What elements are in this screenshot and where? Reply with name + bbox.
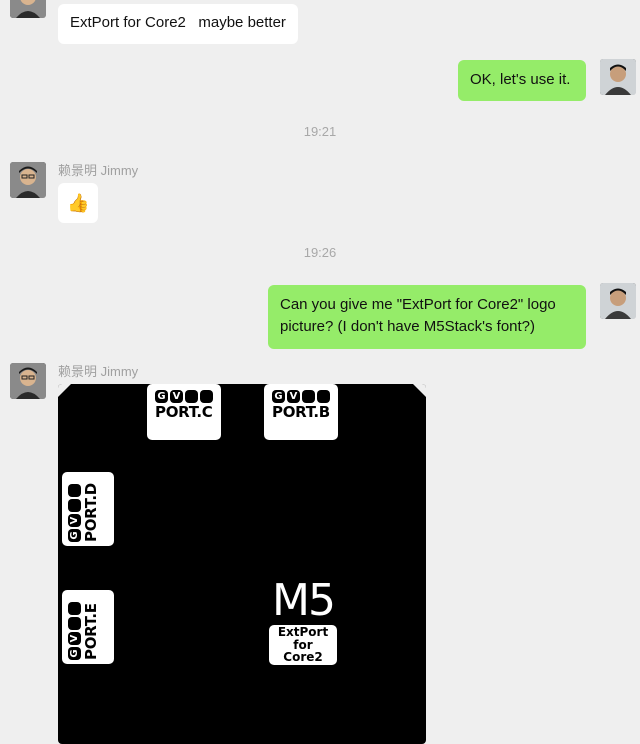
extport-tag: ExtPort for Core2 [269, 625, 337, 665]
person-avatar-icon [10, 162, 46, 198]
port-d-block: G V PORT.D [62, 472, 114, 546]
message-bubble[interactable]: 👍 [58, 183, 98, 223]
message-text-line: Can you give me "ExtPort for Core2" logo [280, 296, 556, 313]
pin-blank [185, 390, 198, 403]
my-avatar[interactable] [600, 59, 636, 95]
pin-blank [68, 617, 81, 630]
pin-row: G V [155, 390, 213, 403]
pin-v: V [68, 514, 81, 527]
timestamp: 19:21 [303, 124, 337, 139]
message-bubble[interactable]: ExtPort for Core2 maybe better [58, 4, 298, 44]
pin-row: G V [68, 602, 81, 660]
message-bubble[interactable]: OK, let's use it. [458, 60, 586, 101]
pin-row: G V [68, 484, 81, 542]
sender-name: 赖景明 Jimmy [58, 163, 139, 178]
port-label: PORT.D [82, 483, 100, 542]
person-avatar-icon [10, 363, 46, 399]
sender-name: 赖景明 Jimmy [58, 364, 139, 379]
message-text: OK, let's use it. [470, 71, 571, 88]
message-text: ExtPort for Core2 maybe better [70, 14, 286, 31]
m5-logo-text: M5 [272, 575, 336, 626]
person-avatar-icon [10, 0, 46, 18]
port-c-block: G V PORT.C [147, 384, 221, 440]
contact-avatar[interactable] [10, 0, 46, 18]
pin-g: G [155, 390, 168, 403]
port-e-block: G V PORT.E [62, 590, 114, 664]
port-b-block: G V PORT.B [264, 384, 338, 440]
my-avatar[interactable] [600, 283, 636, 319]
pin-blank [302, 390, 315, 403]
pin-blank [200, 390, 213, 403]
message-text-line: picture? (I don't have M5Stack's font?) [280, 318, 536, 335]
pin-row: G V [272, 390, 330, 403]
pin-blank [317, 390, 330, 403]
pin-g: G [68, 647, 81, 660]
board-corner [413, 384, 426, 397]
message-bubble[interactable]: Can you give me "ExtPort for Core2" logo… [268, 285, 586, 349]
contact-avatar[interactable] [10, 162, 46, 198]
pin-v: V [170, 390, 183, 403]
port-label: PORT.C [155, 403, 213, 421]
pin-blank [68, 484, 81, 497]
image-message[interactable]: G V PORT.C G V PORT.B G V PORT.D G V POR… [58, 384, 426, 744]
contact-avatar[interactable] [10, 363, 46, 399]
board-corner [58, 384, 71, 397]
tag-line: ExtPort [277, 625, 329, 639]
pin-g: G [68, 529, 81, 542]
pin-blank [68, 499, 81, 512]
port-label: PORT.B [272, 403, 330, 421]
timestamp: 19:26 [303, 245, 337, 260]
tag-line: Core2 [283, 650, 323, 664]
person-avatar-icon [600, 283, 636, 319]
pin-g: G [272, 390, 285, 403]
port-label: PORT.E [82, 603, 100, 660]
pin-v: V [68, 632, 81, 645]
thumbs-up-icon: 👍 [67, 193, 90, 213]
pin-blank [68, 602, 81, 615]
person-avatar-icon [600, 59, 636, 95]
pin-v: V [287, 390, 300, 403]
